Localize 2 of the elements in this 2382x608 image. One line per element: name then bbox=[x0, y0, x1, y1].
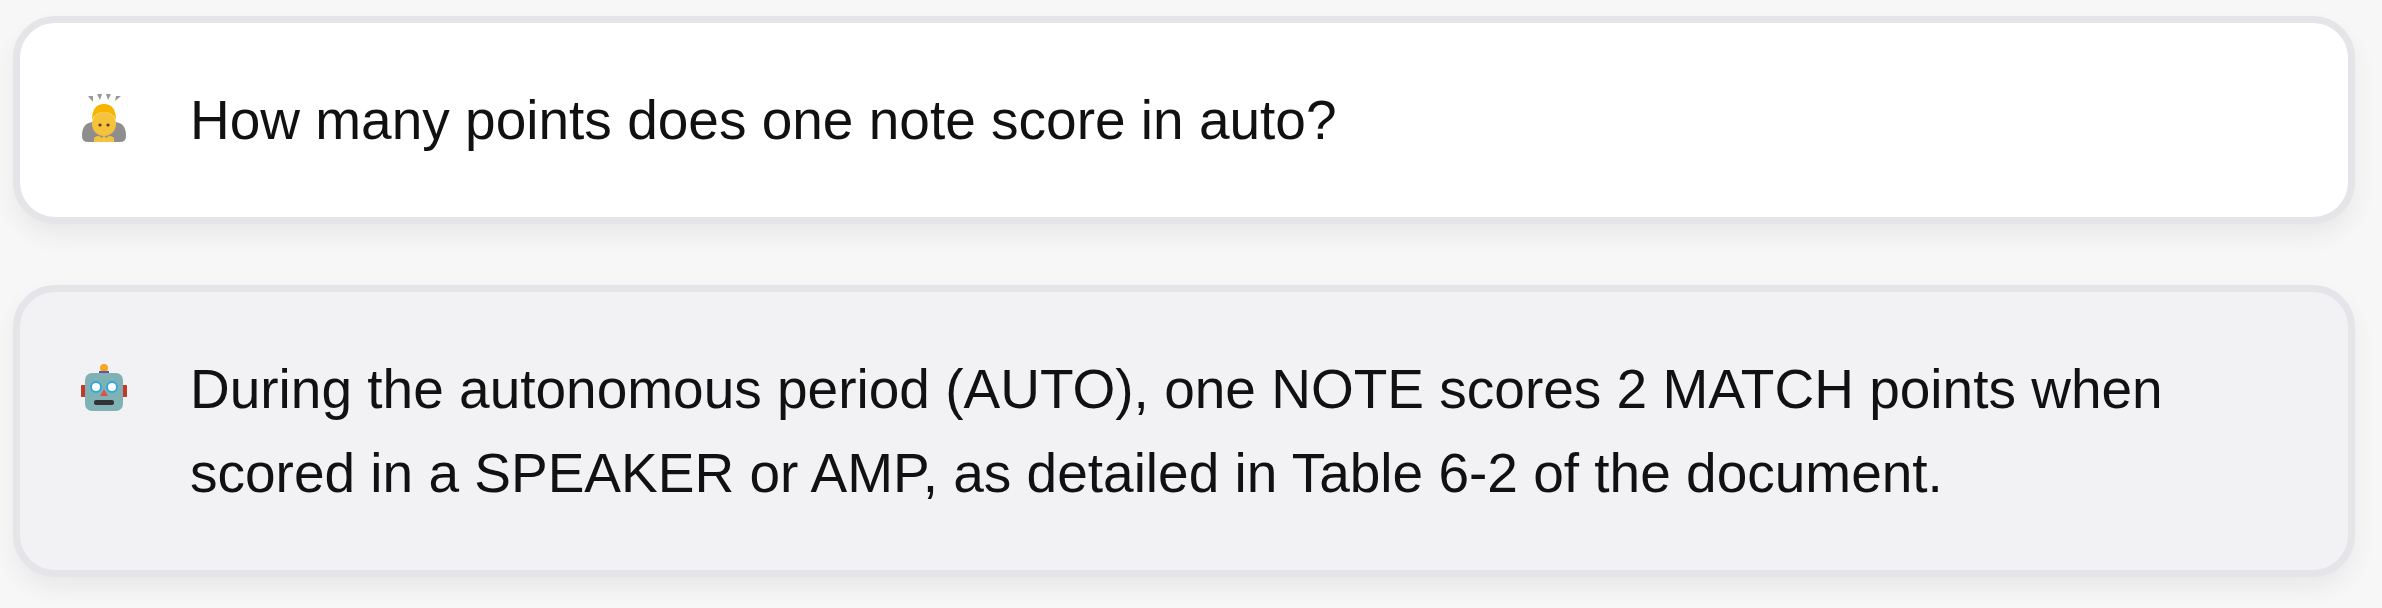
message-text: During the autonomous period (AUTO), one NOTE scores 2 MATCH points when scored in a SPEAKER or AMP, as detailed in Table 6-2 of the document. bbox=[190, 357, 2164, 506]
message-text: How many points does one note score in auto? bbox=[190, 88, 1337, 153]
